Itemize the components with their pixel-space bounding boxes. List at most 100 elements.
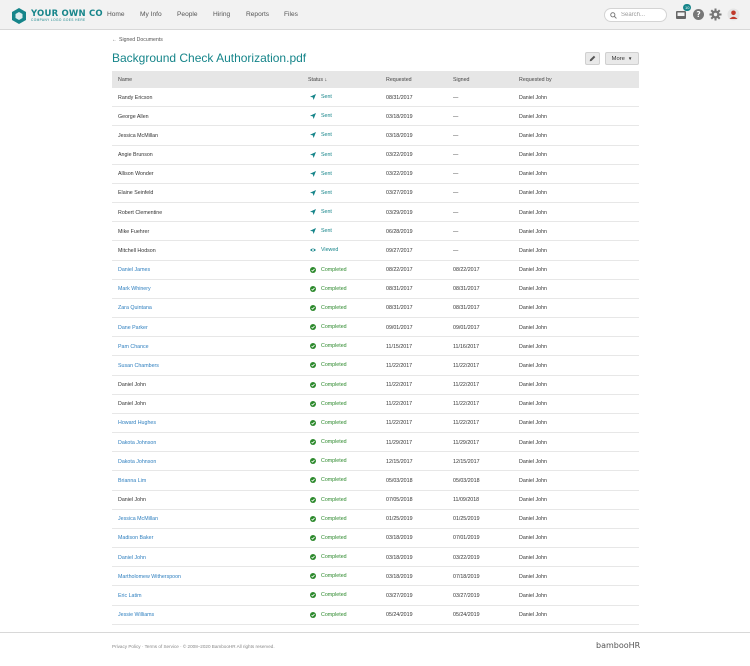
column-header-requested[interactable]: Requested bbox=[386, 77, 412, 83]
requested-date: 08/22/2017 bbox=[386, 267, 413, 274]
nav-people[interactable]: People bbox=[177, 11, 198, 18]
employee-name: Mike Fuehrer bbox=[118, 228, 150, 235]
status-cell: Sent bbox=[310, 228, 332, 235]
table-row: Randy Ericson Sent 08/31/2017 — Daniel John bbox=[112, 88, 639, 108]
footer-divider bbox=[0, 632, 750, 633]
more-button-label: More bbox=[611, 55, 625, 62]
employee-name-link[interactable]: Zara Quintana bbox=[118, 305, 152, 311]
signed-date: 08/22/2017 bbox=[453, 267, 480, 274]
status-label: Sent bbox=[321, 151, 332, 158]
status-cell: Completed bbox=[310, 304, 347, 311]
status-cell: Completed bbox=[310, 534, 347, 541]
status-label: Completed bbox=[321, 611, 347, 618]
chevron-down-icon: ▼ bbox=[627, 56, 633, 61]
employee-name-link[interactable]: Daniel John bbox=[118, 555, 146, 561]
check-circle-icon bbox=[310, 304, 316, 311]
settings-button[interactable] bbox=[709, 8, 722, 21]
nav-reports[interactable]: Reports bbox=[246, 11, 269, 18]
employee-name-link[interactable]: Brianna Lim bbox=[118, 478, 146, 484]
employee-name-link[interactable]: Mark Whinery bbox=[118, 286, 151, 292]
search-icon bbox=[610, 11, 617, 19]
requested-date: 08/31/2017 bbox=[386, 94, 413, 101]
table-row: Daniel John Completed 07/05/2018 11/09/2018… bbox=[112, 491, 639, 510]
check-circle-icon bbox=[310, 439, 316, 446]
employee-name-link[interactable]: Dakota Johnson bbox=[118, 440, 156, 446]
inbox-badge: 10 bbox=[683, 4, 692, 11]
employee-name-link[interactable]: Dane Parker bbox=[118, 325, 148, 331]
status-cell: Completed bbox=[310, 400, 347, 407]
more-button[interactable]: More ▼ bbox=[605, 52, 639, 65]
nav-home[interactable]: Home bbox=[107, 11, 125, 18]
employee-name-link[interactable]: Howard Hughes bbox=[118, 420, 156, 426]
requested-by: Daniel John bbox=[519, 94, 547, 101]
requested-date: 11/22/2017 bbox=[386, 382, 413, 389]
requested-date: 11/29/2017 bbox=[386, 439, 413, 446]
footer-legal-text[interactable]: Privacy Policy · Terms of Service · © 20… bbox=[112, 644, 275, 649]
nav-my-info[interactable]: My Info bbox=[140, 11, 162, 18]
check-circle-icon bbox=[310, 477, 316, 484]
user-avatar-button[interactable] bbox=[727, 8, 740, 21]
employee-name-link[interactable]: Daniel James bbox=[118, 267, 150, 273]
status-label: Sent bbox=[321, 132, 332, 139]
table-row: Dane Parker Completed 09/01/2017 09/01/2017… bbox=[112, 318, 639, 338]
employee-name-link[interactable]: Eric Latim bbox=[118, 593, 142, 599]
status-label: Viewed bbox=[321, 247, 339, 254]
requested-by: Daniel John bbox=[519, 477, 547, 484]
requested-date: 08/31/2017 bbox=[386, 286, 413, 293]
status-label: Completed bbox=[321, 573, 347, 580]
company-logo[interactable]: YOUR OWN CO COMPANY LOGO GOES HERE bbox=[12, 7, 103, 25]
requested-date: 03/27/2019 bbox=[386, 592, 413, 599]
requested-date: 03/18/2019 bbox=[386, 113, 413, 120]
table-row: Elaine Seinfeld Sent 03/27/2019 — Daniel Joh… bbox=[112, 184, 639, 204]
requested-by: Daniel John bbox=[519, 458, 547, 465]
column-header-status[interactable]: Status ↓ bbox=[308, 77, 327, 83]
employee-name-link[interactable]: Jessie Williams bbox=[118, 612, 154, 618]
status-label: Completed bbox=[321, 381, 347, 388]
svg-text:?: ? bbox=[696, 10, 700, 19]
table-row: Mitchell Hodson Viewed 09/27/2017 — Daniel J… bbox=[112, 241, 639, 261]
employee-name-link[interactable]: Jessica McMillan bbox=[118, 516, 158, 522]
back-arrow-icon: ← bbox=[112, 37, 117, 43]
employee-name-link[interactable]: Dakota Johnson bbox=[118, 459, 156, 465]
employee-name-link[interactable]: Martholomew Witherspoon bbox=[118, 574, 181, 580]
inbox-button[interactable]: 10 bbox=[675, 4, 692, 21]
help-button[interactable]: ? bbox=[692, 8, 705, 21]
column-header-name[interactable]: Name bbox=[118, 77, 132, 83]
column-header-requested-by[interactable]: Requested by bbox=[519, 77, 552, 83]
requested-by: Daniel John bbox=[519, 190, 547, 197]
status-label: Sent bbox=[321, 113, 332, 120]
column-header-signed[interactable]: Signed bbox=[453, 77, 470, 83]
nav-files[interactable]: Files bbox=[284, 11, 298, 18]
logo-hexagon-icon bbox=[12, 8, 26, 24]
table-row: Robert Clementine Sent 03/29/2019 — Daniel J… bbox=[112, 203, 639, 223]
status-label: Completed bbox=[321, 477, 347, 484]
requested-by: Daniel John bbox=[519, 382, 547, 389]
breadcrumb[interactable]: ← Signed Documents bbox=[112, 37, 163, 43]
requested-date: 03/29/2019 bbox=[386, 209, 413, 216]
table-row: Daniel James Completed 08/22/2017 08/22/201… bbox=[112, 261, 639, 280]
status-label: Completed bbox=[321, 400, 347, 407]
status-cell: Completed bbox=[310, 419, 347, 426]
signed-date: 11/22/2017 bbox=[453, 401, 480, 408]
signed-date: 03/27/2019 bbox=[453, 592, 480, 599]
employee-name-link[interactable]: Pam Chance bbox=[118, 344, 149, 350]
employee-name-link[interactable]: Madison Baker bbox=[118, 535, 153, 541]
signed-documents-table: Name Status ↓ Requested Signed Requested… bbox=[112, 71, 639, 625]
table-row: Jessica McMillan Completed 01/25/2019 01/25… bbox=[112, 510, 639, 529]
status-label: Sent bbox=[321, 170, 332, 177]
signed-date: — bbox=[453, 171, 459, 178]
status-cell: Sent bbox=[310, 170, 332, 177]
signed-date: 01/25/2019 bbox=[453, 516, 480, 523]
edit-button[interactable] bbox=[585, 52, 600, 65]
requested-by: Daniel John bbox=[519, 401, 547, 408]
paper-plane-icon bbox=[310, 228, 316, 235]
nav-hiring[interactable]: Hiring bbox=[213, 11, 230, 18]
search-input[interactable] bbox=[621, 12, 665, 18]
search-box[interactable] bbox=[604, 8, 667, 22]
status-cell: Completed bbox=[310, 458, 347, 465]
status-cell: Sent bbox=[310, 113, 332, 120]
requested-by: Daniel John bbox=[519, 267, 547, 274]
table-body: Randy Ericson Sent 08/31/2017— Daniel John G… bbox=[112, 88, 639, 625]
status-cell: Completed bbox=[310, 573, 347, 580]
employee-name-link[interactable]: Susan Chambers bbox=[118, 363, 159, 369]
